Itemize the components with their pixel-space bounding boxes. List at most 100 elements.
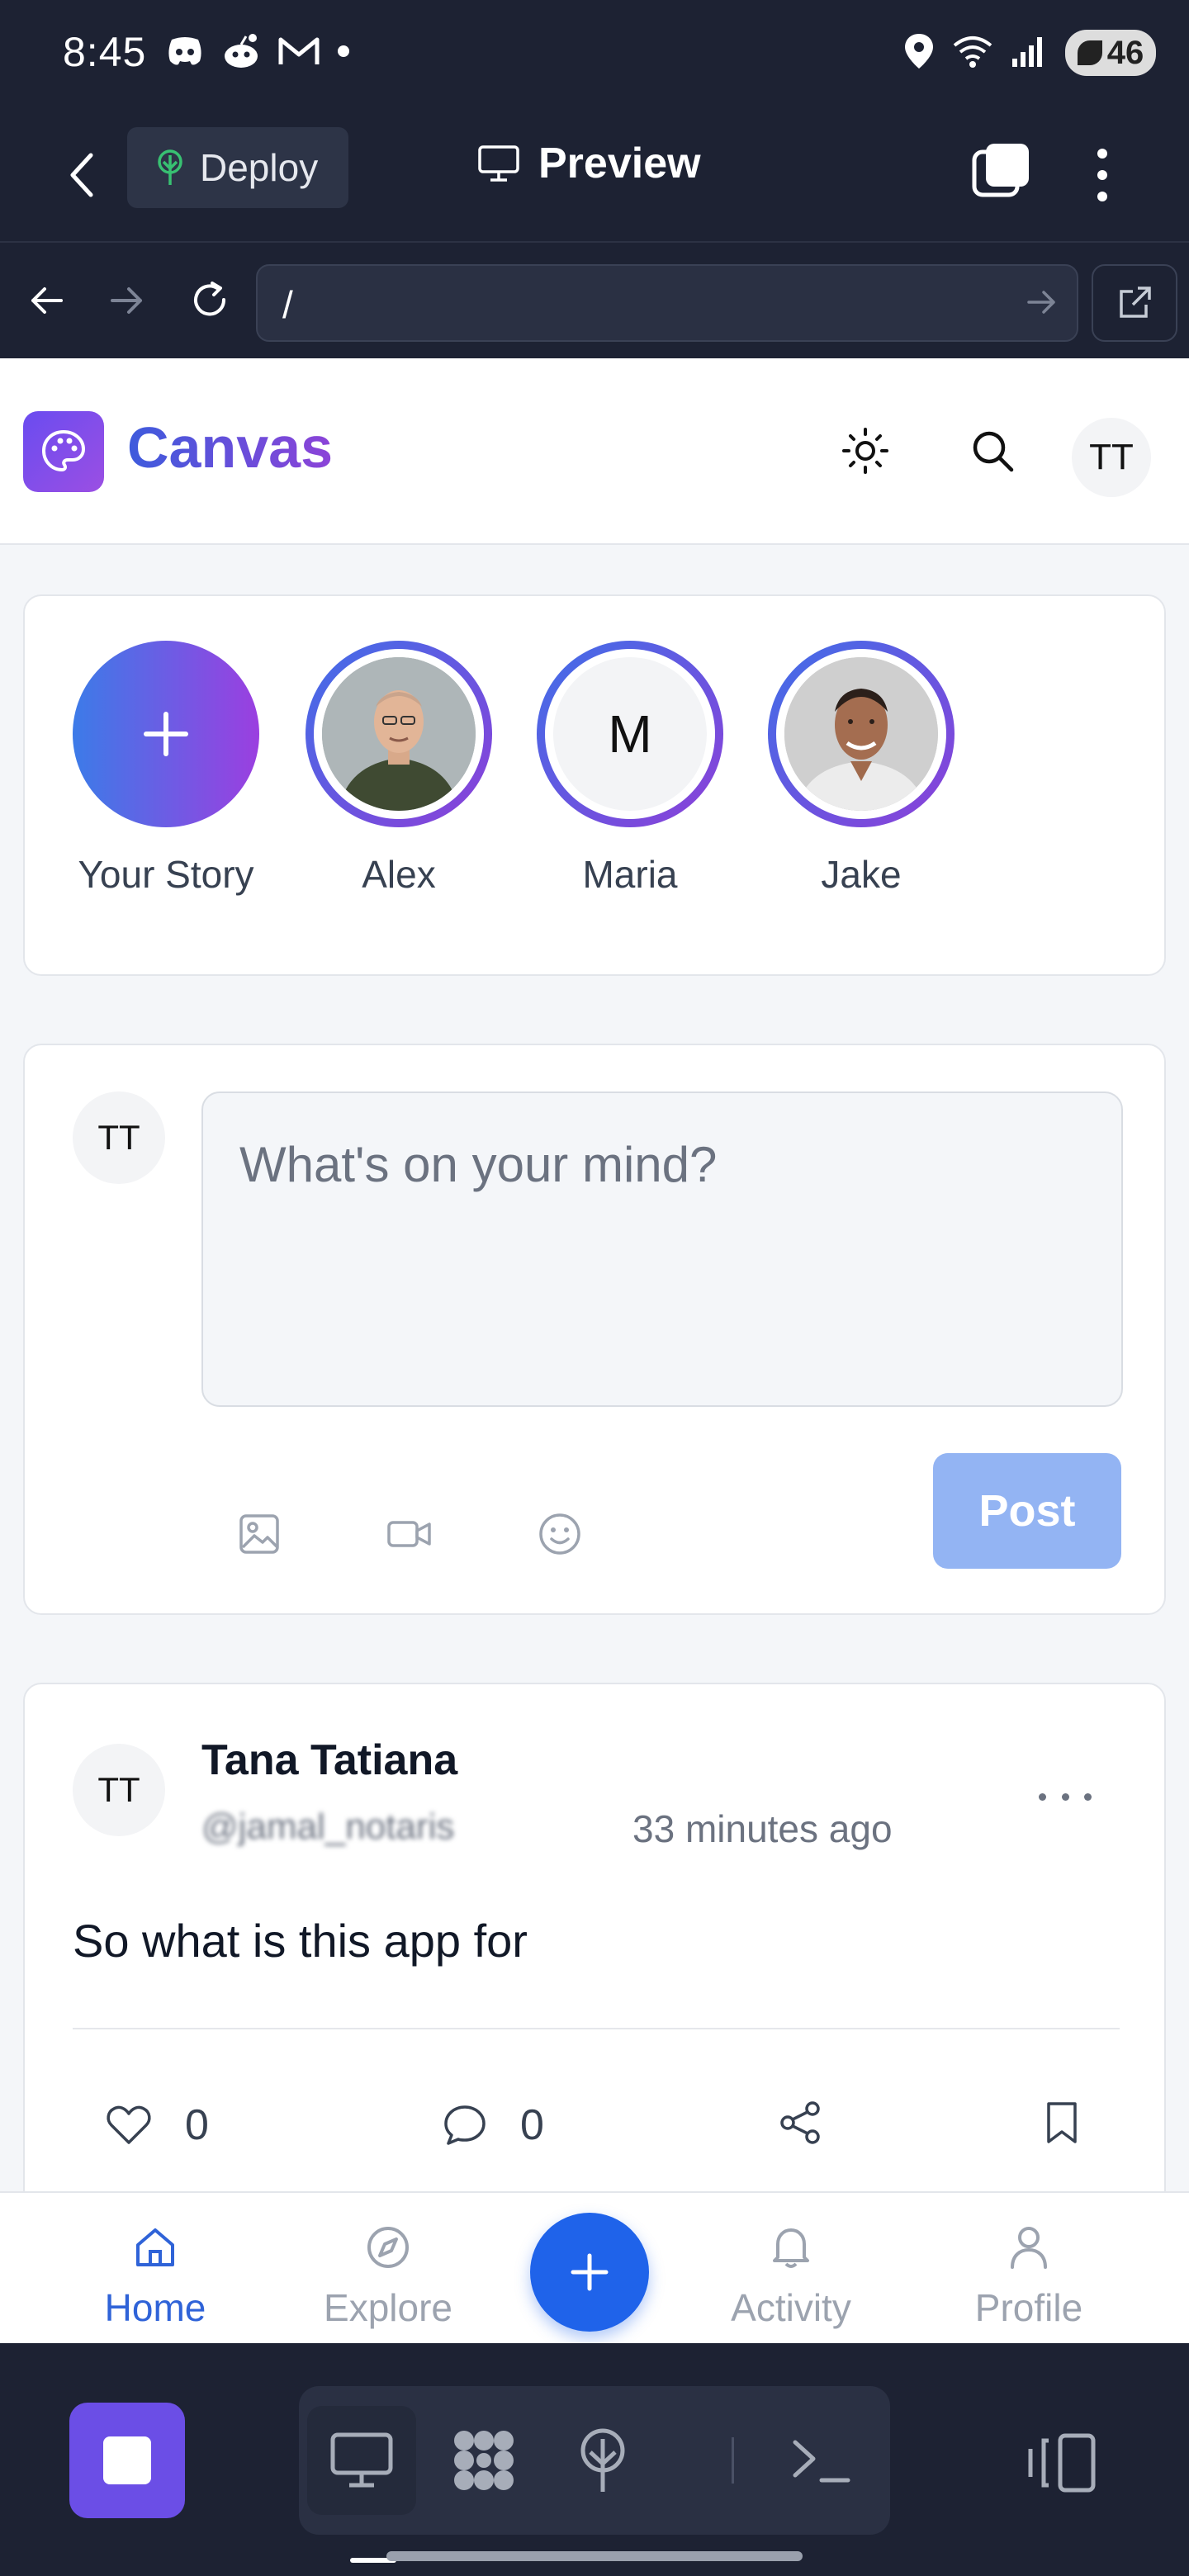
- dock-preview-button[interactable]: [307, 2406, 416, 2515]
- dock-terminal-button[interactable]: [766, 2406, 875, 2515]
- like-button[interactable]: 0: [106, 2100, 209, 2150]
- tab-activity[interactable]: Activity: [708, 2193, 874, 2345]
- tab-explore[interactable]: Explore: [306, 2193, 471, 2345]
- add-story-button[interactable]: [73, 641, 259, 827]
- post-divider: [73, 2028, 1120, 2029]
- preview-label: Preview: [538, 140, 701, 187]
- deploy-button[interactable]: Deploy: [127, 127, 348, 208]
- alex-avatar-photo: [322, 657, 476, 811]
- tabs-button[interactable]: [971, 140, 1032, 201]
- tab-home[interactable]: Home: [73, 2193, 238, 2345]
- external-link-icon: [1120, 286, 1151, 318]
- preview-title: Preview: [477, 139, 701, 188]
- stories-card: Your Story Alex M Maria Jake: [23, 594, 1166, 976]
- battery-icon: 46: [1065, 30, 1156, 76]
- heart-icon: [107, 2105, 151, 2144]
- palette-logo-icon[interactable]: [23, 411, 104, 492]
- notification-icons: [165, 33, 350, 73]
- arrow-right-icon: [111, 287, 142, 314]
- composer-avatar: TT: [73, 1091, 165, 1184]
- add-image-button[interactable]: [233, 1508, 286, 1560]
- smiley-icon: [539, 1513, 580, 1555]
- more-options-button[interactable]: [1082, 142, 1123, 208]
- reddit-icon: [221, 33, 261, 73]
- status-time: 8:45: [63, 29, 147, 75]
- brand-name[interactable]: Canvas: [127, 414, 333, 481]
- dock-tray: [299, 2386, 890, 2535]
- browser-back-button[interactable]: [20, 274, 73, 327]
- browser-url-bar: /: [0, 241, 1189, 358]
- go-arrow-icon[interactable]: [1026, 286, 1059, 322]
- comment-count: 0: [520, 2101, 544, 2149]
- open-external-button[interactable]: [1092, 264, 1177, 342]
- deploy-tree-icon: [580, 2428, 625, 2492]
- post-more-icon[interactable]: [1039, 1780, 1092, 1813]
- bell-icon: [765, 2221, 817, 2274]
- deploy-tree-icon: [158, 149, 182, 185]
- search-icon: [973, 431, 1014, 472]
- post-author-avatar[interactable]: TT: [73, 1744, 165, 1836]
- url-text: /: [282, 283, 293, 326]
- refresh-icon: [194, 282, 226, 316]
- split-view-button[interactable]: [1024, 2432, 1098, 2493]
- comment-icon: [444, 2105, 486, 2145]
- tab-label: Explore: [324, 2286, 452, 2329]
- story-maria[interactable]: M Maria: [537, 641, 723, 897]
- chevron-left-icon: [70, 153, 93, 197]
- system-icons: 46: [903, 30, 1156, 76]
- tabs-icon: [972, 144, 1029, 197]
- reload-button[interactable]: [183, 274, 236, 327]
- discord-icon: [165, 35, 205, 71]
- story-your-story[interactable]: Your Story: [73, 641, 259, 897]
- browser-forward-button[interactable]: [101, 274, 154, 327]
- app-header: Deploy Preview: [0, 109, 1189, 241]
- search-button[interactable]: [966, 424, 1019, 477]
- user-icon: [1002, 2221, 1055, 2274]
- story-label: Alex: [362, 853, 436, 896]
- theme-toggle-button[interactable]: [839, 424, 892, 477]
- story-jake[interactable]: Jake: [768, 641, 955, 897]
- tab-label: Activity: [731, 2286, 851, 2329]
- composer-textarea[interactable]: What's on your mind?: [201, 1091, 1123, 1407]
- bookmark-button[interactable]: [1045, 2100, 1078, 2145]
- url-input[interactable]: /: [256, 264, 1078, 342]
- compass-icon: [362, 2221, 414, 2274]
- dock-apps-button[interactable]: [429, 2406, 538, 2515]
- gesture-bar[interactable]: [386, 2551, 803, 2561]
- back-button[interactable]: [50, 142, 116, 208]
- tab-label: Profile: [974, 2286, 1083, 2329]
- plus-icon: [571, 2253, 609, 2291]
- gmail-icon: [277, 35, 320, 71]
- site-header: Canvas TT: [0, 358, 1189, 545]
- bookmark-icon: [1047, 2102, 1077, 2143]
- post-author-name[interactable]: Tana Tatiana: [201, 1735, 457, 1785]
- signal-icon: [1011, 34, 1049, 72]
- stop-button[interactable]: [69, 2403, 185, 2518]
- post-button[interactable]: Post: [933, 1453, 1121, 1569]
- monitor-icon: [478, 145, 519, 182]
- story-alex[interactable]: Alex: [306, 641, 492, 897]
- post-body: So what is this app for: [73, 1915, 528, 1967]
- share-button[interactable]: [778, 2100, 822, 2145]
- split-view-icon: [1028, 2433, 1096, 2493]
- story-label: Jake: [821, 853, 902, 896]
- terminal-icon: [793, 2440, 850, 2483]
- dot-icon: [337, 45, 350, 61]
- video-icon: [387, 1521, 431, 1547]
- user-avatar[interactable]: TT: [1072, 418, 1151, 497]
- tab-profile[interactable]: Profile: [946, 2193, 1111, 2345]
- create-post-fab[interactable]: [530, 2213, 649, 2332]
- dock-deploy-button[interactable]: [548, 2406, 657, 2515]
- apps-grid-icon: [454, 2431, 514, 2490]
- wifi-icon: [951, 34, 994, 72]
- share-icon: [780, 2101, 820, 2144]
- web-page: Canvas TT Your Story Alex M Maria Jake T…: [0, 358, 1189, 2343]
- post-author-handle: @jamal_notaris: [201, 1807, 455, 1847]
- add-video-button[interactable]: [383, 1508, 436, 1560]
- add-emoji-button[interactable]: [533, 1508, 586, 1560]
- battery-level: 46: [1106, 34, 1144, 71]
- story-label: Maria: [582, 853, 678, 896]
- like-count: 0: [185, 2101, 209, 2149]
- comment-button[interactable]: 0: [443, 2100, 544, 2150]
- monitor-icon: [330, 2432, 393, 2488]
